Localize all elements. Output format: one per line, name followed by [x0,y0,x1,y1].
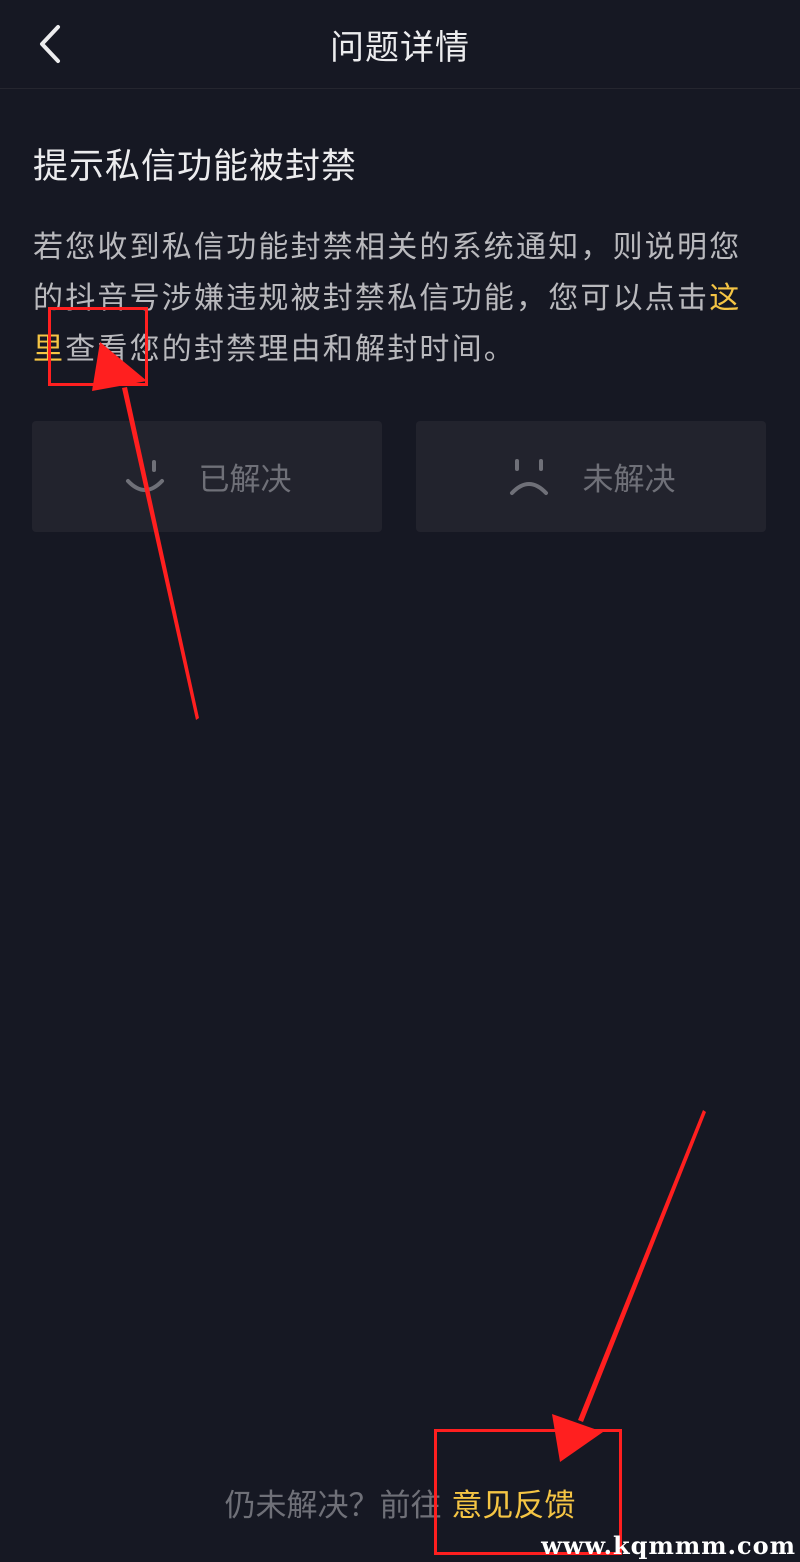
top-bar: 问题详情 [0,0,800,89]
page-title: 问题详情 [330,28,470,68]
question-body-text-1: 若您收到私信功能封禁相关的系统通知，则说明您的抖音号涉嫌违规被封禁私信功能，您可… [33,230,742,316]
smile-icon [125,459,164,492]
annotation-box-here-link [48,307,148,386]
footer-prefix: 仍未解决？前往 [224,1488,442,1524]
footer-prompt: 仍未解决？前往 意见反馈 [0,1480,800,1525]
resolved-button[interactable]: 已解决 [32,421,382,532]
unresolved-button[interactable]: 未解决 [416,421,766,532]
watermark: www.kqmmm.com [541,1531,796,1560]
unresolved-label: 未解决 [582,462,676,498]
question-title: 提示私信功能被封禁 [33,147,358,187]
frown-icon [509,458,548,495]
resolved-label: 已解决 [198,462,292,498]
annotation-arrow-down [552,1110,706,1462]
